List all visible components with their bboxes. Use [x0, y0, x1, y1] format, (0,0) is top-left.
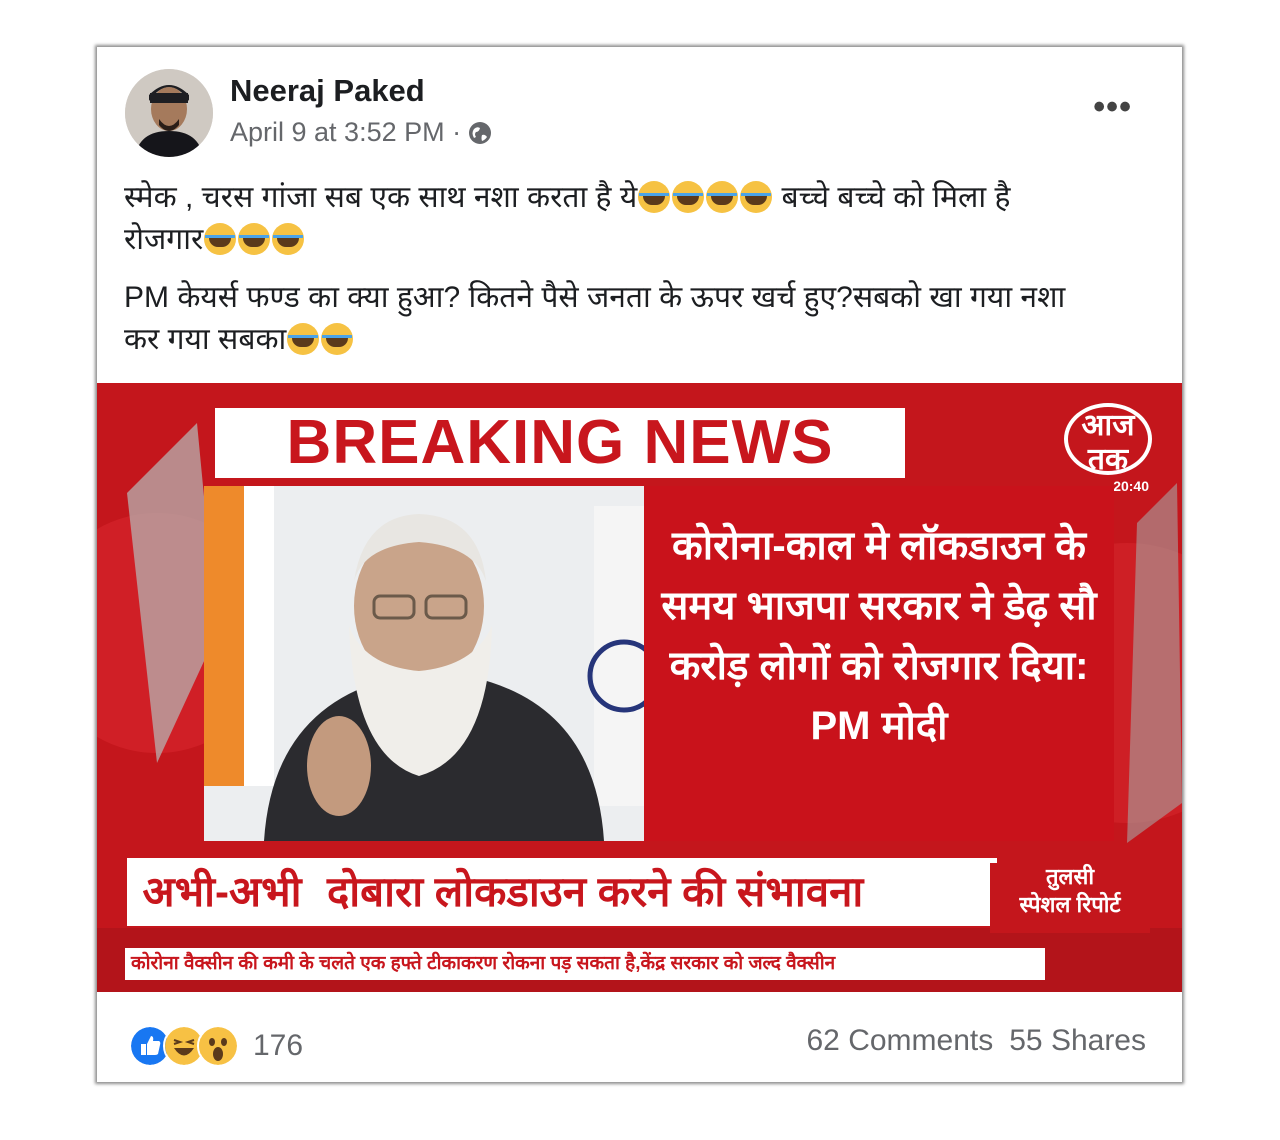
post-text-1a: स्मेक , चरस गांजा सब एक साथ नशा करता है … [124, 181, 638, 214]
laughing-emoji-icon [638, 181, 671, 213]
avatar-image [125, 69, 213, 157]
special-label: स्पेशल रिपोर्ट [1019, 892, 1121, 917]
post-text-paragraph-2: PM केयर्स फण्ड का क्या हुआ? कितने पैसे ज… [124, 277, 1154, 361]
broadcast-clock: 20:40 [1113, 478, 1149, 494]
laughing-emoji-icon [287, 323, 320, 355]
news-crawl: कोरोना वैक्सीन की कमी के चलते एक हफ्ते ट… [125, 948, 1045, 980]
special-brand: तुलसी [1045, 864, 1095, 889]
news-image[interactable]: BREAKING NEWS आज तक 20:40 कोरोना-काल मे … [97, 383, 1182, 992]
laughing-emoji-icon [321, 323, 354, 355]
post-time[interactable]: April 9 at 3:52 PM · [230, 117, 461, 148]
post-meta: April 9 at 3:52 PM · [230, 117, 493, 148]
post-text-paragraph-1: स्मेक , चरस गांजा सब एक साथ नशा करता है … [124, 177, 1154, 261]
post-text-2a: PM केयर्स फण्ड का क्या हुआ? कितने पैसे ज… [124, 281, 1066, 314]
ticker-tag: अभी-अभी [142, 868, 302, 915]
logo-line-2: तक [1087, 443, 1129, 476]
author-name[interactable]: Neeraj Paked [230, 73, 425, 109]
laughing-emoji-icon [238, 223, 271, 255]
avatar[interactable] [125, 69, 213, 157]
reaction-count: 176 [253, 1029, 304, 1062]
speaker-photo [204, 486, 644, 841]
wow-icon [197, 1025, 239, 1067]
laughing-emoji-icon [672, 181, 705, 213]
post-text-2b: कर गया सबका [124, 323, 287, 356]
post-text-1b: बच्चे बच्चे को मिला है [773, 181, 1011, 214]
laughing-emoji-icon [706, 181, 739, 213]
post-stats: 62 Comments 55 Shares [806, 1024, 1146, 1058]
speaker-illustration [204, 486, 644, 841]
ticker-text: दोबारा लोकडाउन करने की संभावना [327, 868, 864, 915]
logo-line-1: आज [1081, 409, 1135, 442]
news-headline: कोरोना-काल मे लॉकडाउन के समय भाजपा सरकार… [644, 486, 1114, 841]
laughing-emoji-icon [204, 223, 237, 255]
shares-link[interactable]: 55 Shares [1009, 1024, 1146, 1058]
more-options-button[interactable]: ••• [1093, 90, 1132, 124]
globe-icon [469, 121, 492, 144]
laughing-emoji-icon [272, 223, 305, 255]
comments-link[interactable]: 62 Comments [806, 1024, 993, 1058]
ticker-bar: अभी-अभी दोबारा लोकडाउन करने की संभावना [127, 858, 997, 926]
post-text-1c: रोजगार [124, 223, 204, 256]
special-report-badge: तुलसी स्पेशल रिपोर्ट [990, 863, 1150, 933]
reactions-summary[interactable]: 176 [129, 1025, 303, 1067]
breaking-news-banner: BREAKING NEWS [215, 408, 905, 478]
channel-logo: आज तक [1064, 403, 1152, 476]
post-card: Neeraj Paked April 9 at 3:52 PM · ••• स्… [97, 47, 1182, 1082]
laughing-emoji-icon [740, 181, 773, 213]
